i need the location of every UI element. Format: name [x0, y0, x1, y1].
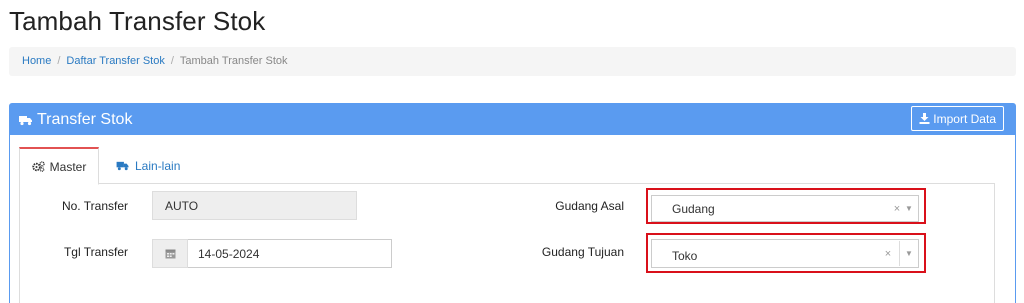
tgl-transfer-input[interactable]: 14-05-2024 — [188, 239, 392, 268]
import-data-label: Import Data — [933, 111, 996, 126]
calendar-icon[interactable] — [152, 239, 188, 268]
tab-lain-lain-label: Lain-lain — [135, 158, 181, 173]
gudang-asal-select[interactable]: Gudang × ▼ — [651, 195, 919, 222]
tab-master-label: Master — [49, 159, 87, 174]
download-icon — [919, 113, 930, 124]
gudang-asal-value: Gudang — [672, 201, 715, 216]
gudang-asal-label: Gudang Asal — [555, 199, 624, 213]
page-title: Tambah Transfer Stok — [9, 6, 266, 36]
gudang-tujuan-label: Gudang Tujuan — [541, 245, 624, 259]
tgl-transfer-group: 14-05-2024 — [152, 239, 392, 268]
tgl-transfer-label: Tgl Transfer — [63, 245, 128, 259]
breadcrumb: Home / Daftar Transfer Stok / Tambah Transfe… — [9, 47, 1016, 76]
panel-heading: Transfer Stok Import Data — [10, 104, 1015, 135]
calendar-glyph — [165, 249, 175, 259]
no-transfer-field: AUTO — [152, 191, 357, 220]
gudang-tujuan-value: Toko — [672, 249, 698, 263]
tab-bar: Master Lain-lain — [19, 147, 995, 185]
truck-icon — [19, 115, 32, 125]
tab-lain-lain[interactable]: Lain-lain — [116, 147, 180, 184]
breadcrumb-home-link[interactable]: Home — [22, 55, 51, 67]
breadcrumb-current: Tambah Transfer Stok — [179, 55, 288, 67]
no-transfer-label: No. Transfer — [61, 199, 128, 213]
cogs-icon — [31, 161, 45, 172]
clear-icon[interactable]: × — [881, 248, 895, 260]
breadcrumb-separator: / — [57, 55, 61, 67]
import-data-button[interactable]: Import Data — [911, 106, 1004, 131]
breadcrumb-separator: / — [170, 55, 174, 67]
truck-icon — [116, 161, 129, 171]
select-divider — [899, 241, 900, 266]
panel-title: Transfer Stok — [37, 110, 133, 128]
breadcrumb-list-link[interactable]: Daftar Transfer Stok — [66, 55, 164, 67]
chevron-down-icon[interactable]: ▼ — [904, 249, 914, 258]
clear-icon[interactable]: × — [890, 203, 904, 215]
chevron-down-icon[interactable]: ▼ — [904, 204, 914, 213]
gudang-tujuan-select[interactable]: Toko × ▼ — [651, 239, 919, 268]
tab-master[interactable]: Master — [19, 147, 99, 185]
